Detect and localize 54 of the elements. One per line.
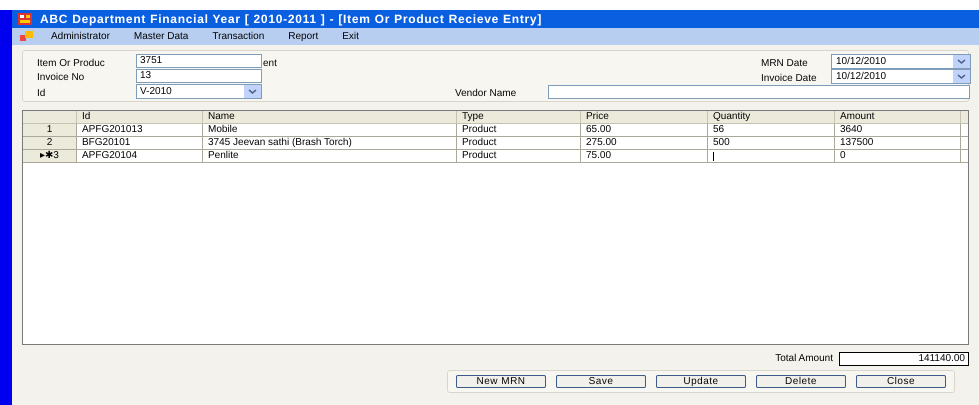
menu-item[interactable]: Master Data [134,29,188,44]
window-title: ABC Department Financial Year [ 2010-2011 ] - [Item Or Product Recieve Entry] [40,11,542,28]
menu-item[interactable]: Exit [342,29,359,44]
column-header[interactable]: Name [203,111,457,123]
row-header[interactable]: ▸✱3 [23,150,77,162]
field-label: MRN Date [761,57,808,71]
column-header[interactable]: Id [77,111,203,123]
table-cell: Product [457,150,581,162]
menu-item[interactable]: Administrator [51,29,110,44]
action-button[interactable]: Close [856,375,946,388]
menu-item[interactable]: Report [288,29,318,44]
menu-item[interactable]: Transaction [212,29,264,44]
column-header[interactable]: Quantity [708,111,835,123]
table-cell: 137500 [835,137,961,149]
table-cell: 56 [708,124,835,136]
column-header[interactable]: Type [457,111,581,123]
dropdown[interactable]: V-2010 [136,84,262,99]
table-cell: Product [457,137,581,149]
table-cell: 65.00 [581,124,708,136]
action-button[interactable]: Update [656,375,746,388]
field-label: Id [37,87,46,101]
table-cell: 3745 Jeevan sathi (Brash Torch) [203,137,457,149]
date-picker[interactable]: 10/12/2010 [831,69,971,84]
table-cell: 275.00 [581,137,708,149]
input-field[interactable]: 13 [136,69,262,83]
row-header[interactable]: 1 [23,124,77,136]
app-icon[interactable] [20,31,33,42]
table-cell: 3640 [835,124,961,136]
table-cell: APFG201013 [77,124,203,136]
row-header[interactable]: 2 [23,137,77,149]
table-cell: Product [457,124,581,136]
column-header[interactable]: Amount [835,111,961,123]
field-label: Vendor Name [455,87,516,101]
table-cell: Penlite [203,150,457,162]
table-cell: 0 [835,150,961,162]
table-cell: BFG20101 [77,137,203,149]
input-field[interactable] [548,85,970,99]
table-cell: APFG20104 [77,150,203,162]
column-header[interactable]: Price [581,111,708,123]
window-icon [18,13,32,25]
total-amount-field: 141140.00 [839,352,969,366]
table-cell: 500 [708,137,835,149]
action-button[interactable]: Delete [756,375,846,388]
table-cell: 75.00 [581,150,708,162]
input-field[interactable]: 3751 [136,54,262,68]
action-button[interactable]: New MRN [456,375,546,388]
table-cell: Mobile [203,124,457,136]
field-label: Invoice Date [761,72,817,86]
field-label: Item Or Produc [37,57,105,71]
action-button[interactable]: Save [556,375,646,388]
total-amount-label: Total Amount [775,352,833,366]
date-picker[interactable]: 10/12/2010 [831,54,971,69]
field-label: Invoice No [37,71,84,85]
field-label: ent [263,57,277,71]
